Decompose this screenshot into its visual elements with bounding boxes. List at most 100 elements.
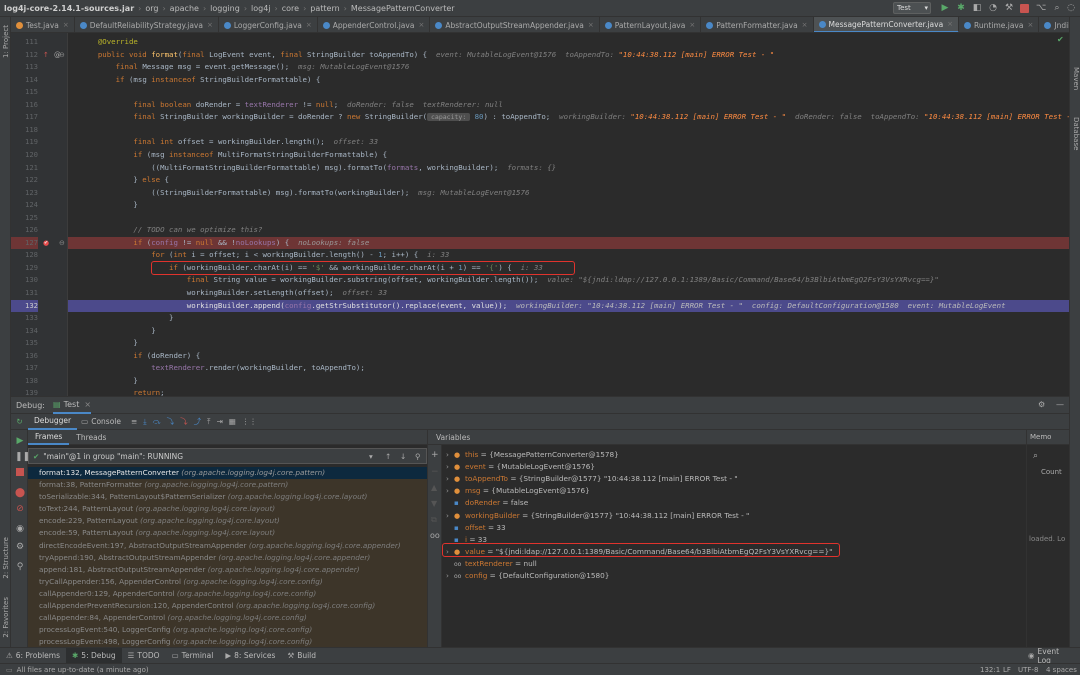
expand-arrow-icon[interactable]: › — [446, 485, 454, 497]
variable-row[interactable]: ▪ offset = 33 — [446, 522, 506, 534]
mute-breakpoints-icon[interactable]: ⊘ — [15, 504, 25, 514]
inspection-ok-icon[interactable]: ✔ — [1057, 36, 1064, 44]
variable-row[interactable]: › ● msg = {MutableLogEvent@1576} — [446, 485, 590, 497]
close-icon[interactable]: × — [84, 400, 91, 409]
stop-icon[interactable] — [1020, 4, 1029, 13]
file-encoding[interactable]: UTF-8 — [1018, 666, 1038, 674]
variable-row[interactable]: oo textRenderer = null — [446, 558, 537, 570]
editor-tab[interactable]: DefaultReliabilityStrategy.java × — [75, 17, 219, 32]
debug-session-tab[interactable]: ▤ Test × — [53, 397, 92, 414]
breadcrumb-item[interactable]: org — [141, 4, 162, 13]
debug-icon[interactable]: ✱ — [956, 3, 966, 13]
editor-tab[interactable]: PatternLayout.java × — [600, 17, 702, 32]
close-icon[interactable]: × — [207, 21, 213, 29]
count-column-header[interactable]: Count — [1041, 468, 1062, 476]
editor-tab[interactable]: JndiManager.java× — [1039, 17, 1069, 32]
expand-arrow-icon[interactable]: › — [446, 570, 454, 582]
editor-gutter[interactable]: 111 112 113 114 115 116 117 118 119 120 121 122 123 1… — [11, 33, 68, 397]
stack-frame[interactable]: processLogEvent:498, LoggerConfig (org.a… — [28, 636, 427, 647]
search-icon[interactable]: ⌕ — [1033, 451, 1038, 461]
database-tool-button[interactable]: Database — [1072, 117, 1080, 150]
debugger-tab[interactable]: Debugger — [28, 414, 78, 430]
thread-selector[interactable]: ✔ "main"@1 in group "main": RUNNING ▾ ↑ … — [28, 448, 427, 464]
stack-frame[interactable]: format:132, MessagePatternConverter (org… — [28, 467, 427, 480]
threads-tab[interactable]: Threads — [69, 430, 113, 445]
code-line[interactable] — [68, 212, 1069, 225]
code-line[interactable]: final String value = workingBuilder.subs… — [68, 274, 1069, 287]
stack-frame[interactable]: encode:59, PatternLayout (org.apache.log… — [28, 527, 427, 540]
build-icon[interactable]: ⚒ — [1004, 3, 1014, 13]
close-icon[interactable]: × — [418, 21, 424, 29]
code-line[interactable]: } — [68, 199, 1069, 212]
view-breakpoints-icon[interactable]: ⬤ — [15, 488, 25, 498]
stack-frame[interactable]: tryAppend:190, AbstractOutputStreamAppen… — [28, 551, 427, 564]
coverage-icon[interactable]: ◧ — [972, 3, 982, 13]
code-line[interactable]: final boolean doRender = textRenderer !=… — [68, 99, 1069, 112]
pause-icon[interactable]: ❚❚ — [15, 452, 30, 462]
pin-icon[interactable]: ⚲ — [15, 562, 25, 572]
expand-arrow-icon[interactable]: › — [446, 473, 454, 485]
breadcrumb-item[interactable]: log4j-core-2.14.1-sources.jar — [0, 4, 138, 13]
tool-window-tab[interactable]: ✱ 5: Debug — [66, 647, 122, 664]
minimize-icon[interactable]: — — [1056, 400, 1064, 409]
code-line[interactable]: } — [68, 312, 1069, 325]
duplicate-icon[interactable]: ⧉ — [431, 515, 437, 525]
structure-tool-button[interactable]: 2: Structure — [2, 537, 10, 579]
close-icon[interactable]: × — [689, 21, 695, 29]
code-line[interactable]: final int offset = workingBuilder.length… — [68, 136, 1069, 149]
glasses-icon[interactable]: oo — [430, 531, 440, 540]
evaluate-expression-icon[interactable]: ▦ — [229, 417, 236, 426]
event-log-tab[interactable]: ◉ Event Log — [1022, 647, 1080, 665]
rerun-icon[interactable]: ↻ — [11, 417, 28, 426]
settings-icon[interactable]: ⋮⋮ — [242, 417, 257, 426]
code-line[interactable] — [68, 86, 1069, 99]
editor-tab[interactable]: Test.java × — [11, 17, 75, 32]
code-line[interactable]: final Message msg = event.getMessage(); … — [68, 61, 1069, 74]
drop-frame-icon[interactable]: ⤒ — [207, 417, 210, 427]
stack-frame[interactable]: append:181, AbstractOutputStreamAppender… — [28, 563, 427, 576]
stack-frame[interactable]: callAppender0:129, AppenderControl (org.… — [28, 587, 427, 601]
close-icon[interactable]: × — [802, 21, 808, 29]
variable-row[interactable]: › ● this = {MessagePatternConverter@1578} — [446, 449, 619, 461]
layout-icon[interactable]: ▭ — [6, 666, 13, 674]
close-icon[interactable]: × — [63, 21, 69, 29]
code-line[interactable]: public void format(final LogEvent event,… — [68, 49, 1069, 62]
search-icon[interactable]: ⌕ — [1052, 3, 1062, 13]
memory-tab[interactable]: Memo — [1027, 430, 1069, 445]
code-line[interactable]: textRenderer.render(workingBuilder, toAp… — [68, 362, 1069, 375]
run-icon[interactable]: ▶ — [940, 3, 950, 13]
expand-arrow-icon[interactable]: › — [446, 510, 454, 522]
variable-row[interactable]: › ● workingBuilder = {StringBuilder@1577} … — [446, 510, 749, 522]
editor-tab[interactable]: PatternFormatter.java × — [701, 17, 814, 32]
force-step-into-icon[interactable]: ⤵ — [180, 416, 188, 427]
step-out-icon[interactable]: ⤴ — [194, 416, 202, 427]
stack-frame[interactable]: callAppender:84, AppenderControl (org.ap… — [28, 612, 427, 625]
line-separator[interactable]: LF — [1003, 666, 1011, 674]
breadcrumb-item[interactable]: core — [278, 4, 303, 13]
run-config-select[interactable]: Test ▾ — [893, 2, 931, 14]
code-line[interactable] — [68, 124, 1069, 137]
profile-icon[interactable]: ◔ — [988, 3, 998, 13]
debug-check-icon[interactable]: ✔ — [44, 239, 48, 247]
show-execution-point-icon[interactable]: ⤓ — [143, 417, 146, 427]
arrow-up-icon[interactable]: ↑ — [385, 452, 391, 461]
code-line[interactable]: } — [68, 375, 1069, 388]
settings-icon[interactable]: ⚙ — [15, 542, 25, 552]
layout-icon[interactable]: ≡ — [131, 417, 137, 426]
move-up-icon[interactable]: ▲ — [431, 483, 437, 492]
code-line[interactable]: workingBuilder.setLength(offset); offset… — [68, 287, 1069, 300]
maven-tool-button[interactable]: Maven — [1072, 67, 1080, 90]
caret-position[interactable]: 132:1 — [980, 666, 1000, 674]
remove-watch-icon[interactable]: − — [431, 467, 439, 477]
stack-frame[interactable]: format:38, PatternFormatter (org.apache.… — [28, 479, 427, 492]
tool-window-tab[interactable]: ▭ Terminal — [166, 648, 220, 664]
resume-icon[interactable]: ▶ — [15, 436, 25, 446]
close-icon[interactable]: × — [588, 21, 594, 29]
move-down-icon[interactable]: ▼ — [431, 499, 437, 508]
run-to-cursor-icon[interactable]: ⇥ — [216, 417, 222, 426]
tool-window-tab[interactable]: ☰ TODO — [122, 648, 166, 664]
editor-tab[interactable]: LoggerConfig.java × — [219, 17, 318, 32]
editor-tab[interactable]: MessagePatternConverter.java × — [813, 17, 960, 32]
stack-frame[interactable]: directEncodeEvent:197, AbstractOutputStr… — [28, 539, 427, 552]
close-icon[interactable]: × — [1027, 21, 1033, 29]
